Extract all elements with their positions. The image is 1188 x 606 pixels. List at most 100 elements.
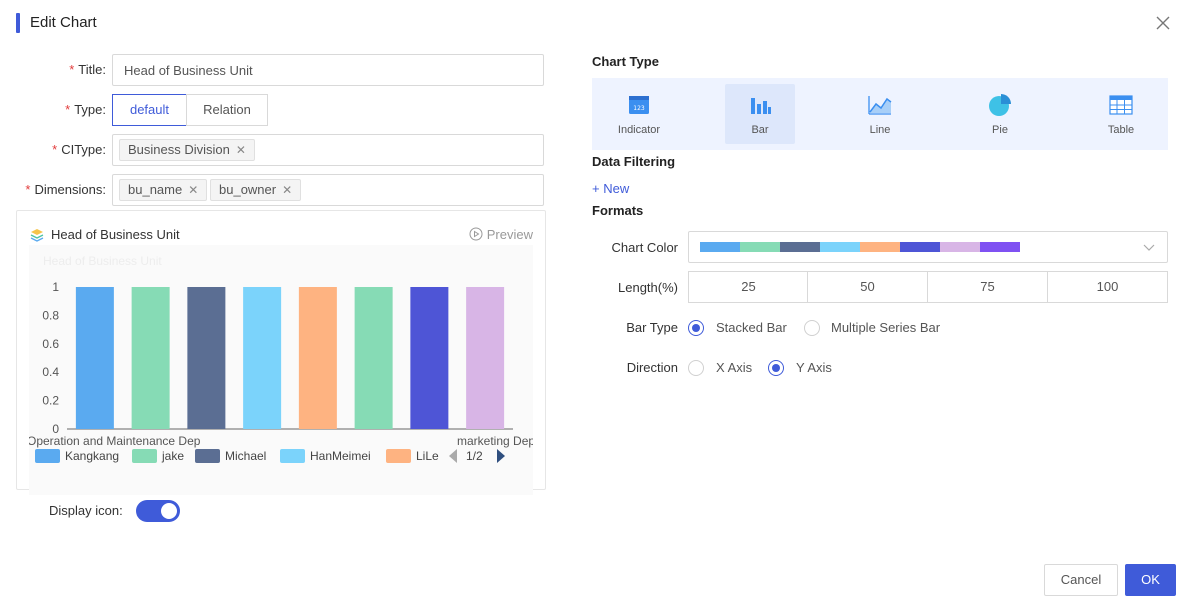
palette-swatch	[860, 242, 900, 252]
chart-type-title: Chart Type	[592, 54, 659, 69]
display-icon-label: Display icon:	[49, 503, 123, 518]
remove-tag-icon[interactable]: ✕	[236, 143, 246, 157]
multiple-series-bar-radio[interactable]	[804, 320, 820, 336]
chart-type-line[interactable]: Line	[845, 84, 915, 144]
toggle-knob	[161, 503, 177, 519]
dimension-tag: bu_owner ✕	[210, 179, 302, 201]
legend-label: LiLe	[416, 449, 439, 463]
x-tick-label: Operation and Maintenance Dep	[29, 434, 201, 448]
legend-swatch	[386, 449, 411, 463]
palette-swatch	[820, 242, 860, 252]
dimensions-label: * Dimensions:	[25, 182, 106, 197]
y-tick-label: 0.8	[42, 308, 59, 322]
chart-type-pie[interactable]: Pie	[965, 84, 1035, 144]
stacked-bar-radio[interactable]	[688, 320, 704, 336]
chart-type-indicator[interactable]: 123 Indicator	[604, 84, 674, 144]
palette-swatch	[700, 242, 740, 252]
citype-tag: Business Division ✕	[119, 139, 255, 161]
table-icon	[1109, 95, 1133, 115]
title-input-value: Head of Business Unit	[124, 63, 253, 78]
type-default-button[interactable]: default	[112, 94, 187, 126]
chart-type-bar[interactable]: Bar	[725, 84, 795, 144]
preview-title: Head of Business Unit	[51, 227, 180, 242]
palette-swatch	[980, 242, 1020, 252]
dialog-title: Edit Chart	[30, 14, 97, 31]
preview-link[interactable]: Preview	[469, 227, 533, 242]
length-label: Length(%)	[618, 280, 678, 295]
citype-select[interactable]: Business Division ✕	[112, 134, 544, 166]
length-25-button[interactable]: 25	[688, 271, 809, 303]
bar	[187, 287, 226, 429]
type-label: * Type:	[65, 102, 106, 117]
length-50-button[interactable]: 50	[807, 271, 928, 303]
type-relation-button[interactable]: Relation	[186, 94, 268, 126]
dialog-header: Edit Chart	[0, 0, 1188, 46]
x-axis-radio[interactable]	[688, 360, 704, 376]
title-row: * Title:	[0, 54, 106, 86]
multiple-series-bar-label[interactable]: Multiple Series Bar	[831, 320, 940, 335]
dimensions-select[interactable]: bu_name ✕ bu_owner ✕	[112, 174, 544, 206]
play-circle-icon	[469, 227, 483, 241]
bar-chart-icon	[751, 98, 771, 114]
y-tick-label: 0.4	[42, 365, 59, 379]
line-chart-icon	[868, 96, 892, 115]
chart-type-panel: 123 Indicator Bar Line Pie Table	[592, 78, 1168, 150]
ok-button[interactable]: OK	[1125, 564, 1176, 596]
close-icon[interactable]	[1154, 14, 1172, 32]
legend-page-label: 1/2	[466, 449, 483, 463]
bar-type-label: Bar Type	[626, 320, 678, 335]
chart-color-select[interactable]	[688, 231, 1168, 263]
y-tick-label: 1	[52, 280, 59, 294]
legend-label: HanMeimei	[310, 449, 371, 463]
bar	[298, 287, 337, 429]
y-axis-label[interactable]: Y Axis	[796, 360, 832, 375]
dimensions-row: * Dimensions:	[0, 174, 106, 206]
title-accent-bar	[16, 13, 20, 33]
y-tick-label: 0.6	[42, 337, 59, 351]
cancel-button[interactable]: Cancel	[1044, 564, 1118, 596]
add-filter-link[interactable]: + New	[592, 181, 629, 196]
legend-swatch	[35, 449, 60, 463]
y-axis-radio[interactable]	[768, 360, 784, 376]
bar	[131, 287, 170, 429]
indicator-icon: 123	[629, 96, 649, 114]
stacked-bar-label[interactable]: Stacked Bar	[716, 320, 787, 335]
palette-swatch	[900, 242, 940, 252]
svg-text:123: 123	[633, 105, 645, 112]
chart-area: Head of Business Unit 0 0.2 0.4 0.6 0.8 1 Opera…	[27, 245, 535, 495]
length-100-button[interactable]: 100	[1047, 271, 1168, 303]
legend-prev-icon	[449, 449, 457, 463]
bar	[466, 287, 505, 429]
chart-type-table[interactable]: Table	[1086, 84, 1156, 144]
x-axis-label[interactable]: X Axis	[716, 360, 752, 375]
type-row: * Type:	[0, 94, 106, 126]
chart-color-label: Chart Color	[611, 240, 678, 255]
length-75-button[interactable]: 75	[927, 271, 1048, 303]
data-filtering-title: Data Filtering	[592, 154, 676, 169]
chart-watermark-title: Head of Business Unit	[43, 254, 162, 268]
bar	[410, 287, 449, 429]
remove-tag-icon[interactable]: ✕	[188, 183, 198, 197]
legend-label: Michael	[225, 449, 266, 463]
citype-label: * CIType:	[52, 142, 106, 157]
display-icon-toggle[interactable]	[136, 500, 180, 522]
citype-row: * CIType:	[0, 134, 106, 166]
bar	[243, 287, 282, 429]
title-label: * Title:	[69, 62, 106, 77]
chevron-down-icon	[1143, 244, 1155, 251]
y-tick-label: 0.2	[42, 394, 59, 408]
title-input[interactable]: Head of Business Unit	[112, 54, 544, 86]
dimension-tag: bu_name ✕	[119, 179, 208, 201]
remove-tag-icon[interactable]: ✕	[282, 183, 292, 197]
x-tick-label: marketing Dep	[457, 434, 533, 448]
legend-swatch	[280, 449, 305, 463]
legend-next-icon	[497, 449, 505, 463]
preview-card: Head of Business Unit Preview Head of Bu…	[16, 210, 546, 495]
legend-label: Kangkang	[65, 449, 119, 463]
palette-swatch	[780, 242, 820, 252]
bar	[354, 287, 393, 429]
legend-swatch	[195, 449, 220, 463]
bar	[75, 287, 114, 429]
formats-title: Formats	[592, 203, 644, 218]
pie-chart-icon	[989, 94, 1011, 116]
